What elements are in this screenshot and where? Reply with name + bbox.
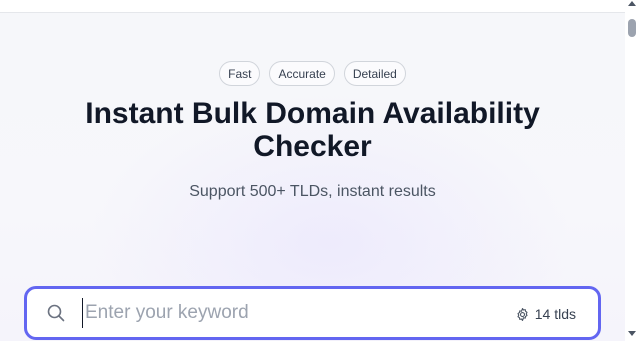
page-title: Instant Bulk Domain Availability Checker <box>0 97 625 163</box>
page-title-line-1: Instant Bulk Domain Availability <box>85 97 540 130</box>
tag-detailed: Detailed <box>343 61 406 86</box>
page-title-line-2: Checker <box>253 130 372 163</box>
page: Fast Accurate Detailed Instant Bulk Doma… <box>0 0 640 341</box>
tag-fast: Fast <box>219 61 261 86</box>
scroll-thumb[interactable] <box>628 19 636 37</box>
scroll-up-arrow-icon[interactable] <box>628 1 636 6</box>
hero-section: Fast Accurate Detailed Instant Bulk Doma… <box>0 13 625 341</box>
vertical-scrollbar[interactable] <box>625 0 640 341</box>
feature-tags: Fast Accurate Detailed <box>0 61 625 86</box>
keyword-input[interactable] <box>82 298 485 328</box>
tld-count-label: 14 tlds <box>534 306 576 322</box>
page-subtitle: Support 500+ TLDs, instant results <box>189 183 436 200</box>
top-edge <box>0 0 625 13</box>
tag-accurate: Accurate <box>269 61 335 86</box>
tld-settings-button[interactable]: 14 tlds <box>515 303 576 325</box>
search-box: 14 tlds <box>24 286 601 340</box>
scroll-down-arrow-icon[interactable] <box>628 331 636 336</box>
search-icon <box>47 304 65 322</box>
gear-icon <box>515 307 530 322</box>
